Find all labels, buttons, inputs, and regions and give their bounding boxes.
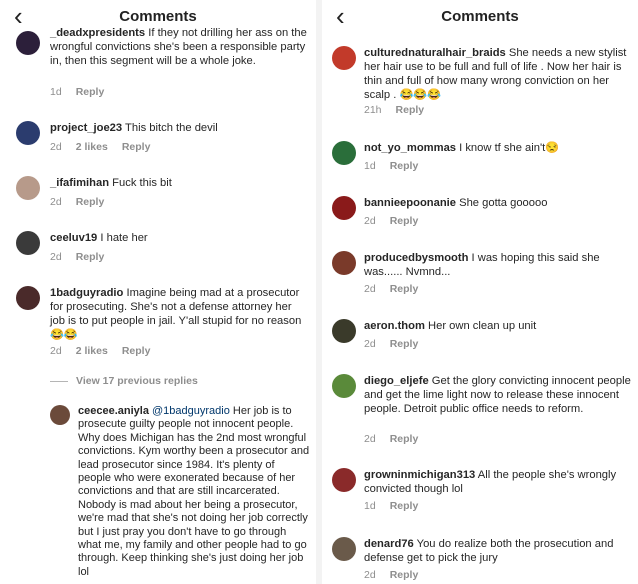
mention-link[interactable]: @1badguyradio [152,405,230,417]
avatar[interactable] [332,196,356,220]
comment-meta: 2d Reply [50,196,118,208]
right-header: ‹ Comments [322,0,638,34]
reply-button[interactable]: Reply [76,196,105,208]
divider-line [50,380,68,382]
reply-button[interactable]: Reply [390,500,419,512]
reply-button[interactable]: Reply [122,141,151,153]
comment-body: Fuck this bit [112,177,172,189]
reply-button[interactable]: Reply [390,215,419,227]
comment-username[interactable]: ceecee.aniyla [78,405,149,417]
avatar[interactable] [332,468,356,492]
reply-button[interactable]: Reply [390,283,419,295]
comment-username[interactable]: denard76 [364,538,414,550]
comment-username[interactable]: growninmichigan313 [364,469,475,481]
reply-button[interactable]: Reply [390,569,419,581]
comment-text: denard76 You do realize both the prosecu… [364,537,632,565]
comment-text: diego_eljefe Get the glory convicting in… [364,374,632,416]
comment-meta: 2d Reply [364,283,432,295]
comment-body: This bitch the devil [125,122,218,134]
comment-time: 2d [364,283,376,295]
comment-username[interactable]: aeron.thom [364,320,425,332]
comment-username[interactable]: ceeluv19 [50,232,97,244]
reply-button[interactable]: Reply [396,104,425,116]
comment-time: 2d [364,569,376,581]
comment-username[interactable]: project_joe23 [50,122,122,134]
likes-count[interactable]: 2 likes [76,345,108,357]
comment-time: 2d [364,215,376,227]
comment-text: project_joe23 This bitch the devil [50,121,308,135]
comment-body: I hate her [100,232,148,244]
reply-button[interactable]: Reply [390,433,419,445]
avatar[interactable] [332,537,356,561]
comment-body: Her job is to prosecute guilty people no… [78,405,310,578]
view-replies-label: View 17 previous replies [76,375,198,387]
comment-time: 2d [364,433,376,445]
comment-username[interactable]: not_yo_mommas [364,142,456,154]
view-previous-replies[interactable]: View 17 previous replies [50,375,198,387]
comment-text: bannieepoonanie She gotta gooooo [364,196,632,210]
comment-meta: 21h Reply [364,104,438,116]
comment-username[interactable]: producedbysmooth [364,252,468,264]
comment-text: not_yo_mommas I know tf she ain't😒 [364,141,632,155]
reply-button[interactable]: Reply [76,86,105,98]
comment-time: 2d [50,141,62,153]
right-comments-panel: ‹ Comments culturednaturalhair_braids Sh… [322,0,638,584]
reply-button[interactable]: Reply [390,338,419,350]
comment-time: 1d [50,86,62,98]
reply-button[interactable]: Reply [390,160,419,172]
comment-text: _ifafimihan Fuck this bit [50,176,308,190]
comment-username[interactable]: culturednaturalhair_braids [364,47,506,59]
comment-text: aeron.thom Her own clean up unit [364,319,632,333]
avatar[interactable] [16,231,40,255]
page-title: Comments [441,8,519,25]
reply-button[interactable]: Reply [122,345,151,357]
page-title: Comments [119,8,197,25]
avatar[interactable] [16,31,40,55]
avatar[interactable] [16,286,40,310]
comment-time: 2d [364,338,376,350]
comment-username[interactable]: 1badguyradio [50,287,123,299]
comment-time: 2d [50,196,62,208]
avatar[interactable] [332,319,356,343]
avatar[interactable] [16,176,40,200]
comment-body: Her own clean up unit [428,320,537,332]
comment-text: growninmichigan313 All the people she's … [364,468,632,496]
comment-text: 1badguyradio Imagine being mad at a pros… [50,286,308,342]
left-comments-panel: ‹ Comments _deadxpresidents If they not … [0,0,316,584]
comment-text: _deadxpresidents If they not drilling he… [50,26,308,68]
comment-username[interactable]: _ifafimihan [50,177,109,189]
comment-time: 1d [364,500,376,512]
comment-time: 2d [50,345,62,357]
comment-text: ceecee.aniyla @1badguyradio Her job is t… [78,405,310,579]
avatar[interactable] [332,141,356,165]
avatar[interactable] [332,251,356,275]
comment-meta: 2d Reply [364,215,432,227]
comment-text: ceeluv19 I hate her [50,231,308,245]
comment-meta: 2d Reply [364,433,432,445]
avatar[interactable] [332,374,356,398]
comment-meta: 2d 2 likes Reply [50,345,164,357]
comment-body: She gotta gooooo [459,197,548,209]
comment-time: 2d [50,251,62,263]
comment-username[interactable]: _deadxpresidents [50,27,145,39]
avatar[interactable] [50,405,70,425]
comment-username[interactable]: bannieepoonanie [364,197,456,209]
comment-meta: 2d Reply [364,569,432,581]
comment-meta: 1d Reply [50,86,118,98]
comment-meta: 2d 2 likes Reply [50,141,164,153]
comment-meta: 2d Reply [364,338,432,350]
comment-time: 21h [364,104,382,116]
comment-meta: 1d Reply [364,160,432,172]
comment-meta: 2d Reply [50,251,118,263]
comment-body: I know tf she ain't😒 [459,142,560,154]
comment-meta: 1d Reply [364,500,432,512]
comment-username[interactable]: diego_eljefe [364,375,429,387]
avatar[interactable] [16,121,40,145]
comment-text: culturednaturalhair_braids She needs a n… [364,46,632,102]
likes-count[interactable]: 2 likes [76,141,108,153]
reply-button[interactable]: Reply [76,251,105,263]
avatar[interactable] [332,46,356,70]
comment-text: producedbysmooth I was hoping this said … [364,251,632,279]
comment-time: 1d [364,160,376,172]
